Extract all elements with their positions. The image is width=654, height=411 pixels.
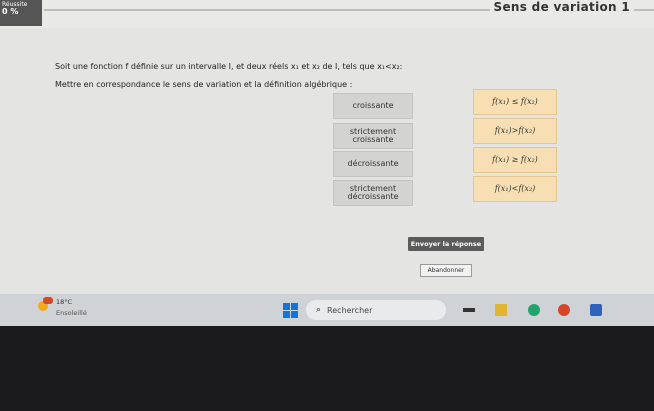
match-left-1-line1: croissante [352,101,394,110]
match-right-4[interactable]: f(x₁)<f(x₂) [473,176,557,202]
match-right-2[interactable]: f(x₁)>f(x₂) [473,118,557,144]
question-intro: Soit une fonction f définie sur un inter… [55,62,403,71]
question-instruction: Mettre en correspondance le sens de vari… [55,80,353,89]
abandon-button[interactable]: Abandonner [420,264,472,277]
page-title: Sens de variation 1 [489,0,634,14]
weather-badge-icon [43,297,53,304]
file-explorer-icon[interactable] [495,304,507,316]
exercise-header: Réussite 0 % Sens de variation 1 [0,0,654,28]
weather-condition: Ensoleillé [56,309,87,317]
temperature: 18°C [56,298,73,306]
match-left-3[interactable]: décroissante [333,151,413,177]
search-icon: ⌕ [316,305,322,315]
browser-screen: Réussite 0 % Sens de variation 1 Soit un… [0,0,654,326]
match-left-1[interactable]: croissante [333,93,413,119]
edge-browser-icon[interactable] [528,304,540,316]
match-right-3[interactable]: f(x₁) ≥ f(x₂) [473,147,557,173]
laptop-bezel [0,326,654,411]
taskbar-search-box[interactable]: ⌕ Rechercher [306,300,446,320]
progress-box: Réussite 0 % [0,0,42,26]
match-left-3-line1: décroissante [347,159,399,168]
windows-start-icon[interactable] [283,303,298,318]
match-right-1[interactable]: f(x₁) ≤ f(x₂) [473,89,557,115]
taskbar: 18°C Ensoleillé ⌕ Rechercher [0,294,654,326]
search-placeholder: Rechercher [327,305,373,315]
match-left-2-line2: croissante [352,135,394,144]
match-left-4-line2: décroissante [347,192,399,201]
store-icon[interactable] [590,304,602,316]
progress-value: 0 % [2,7,19,16]
powerpoint-icon[interactable] [558,304,570,316]
task-view-icon[interactable] [463,308,475,312]
match-left-4[interactable]: strictement décroissante [333,180,413,206]
send-answer-button[interactable]: Envoyer la réponse [408,237,484,251]
match-left-2[interactable]: strictement croissante [333,123,413,149]
